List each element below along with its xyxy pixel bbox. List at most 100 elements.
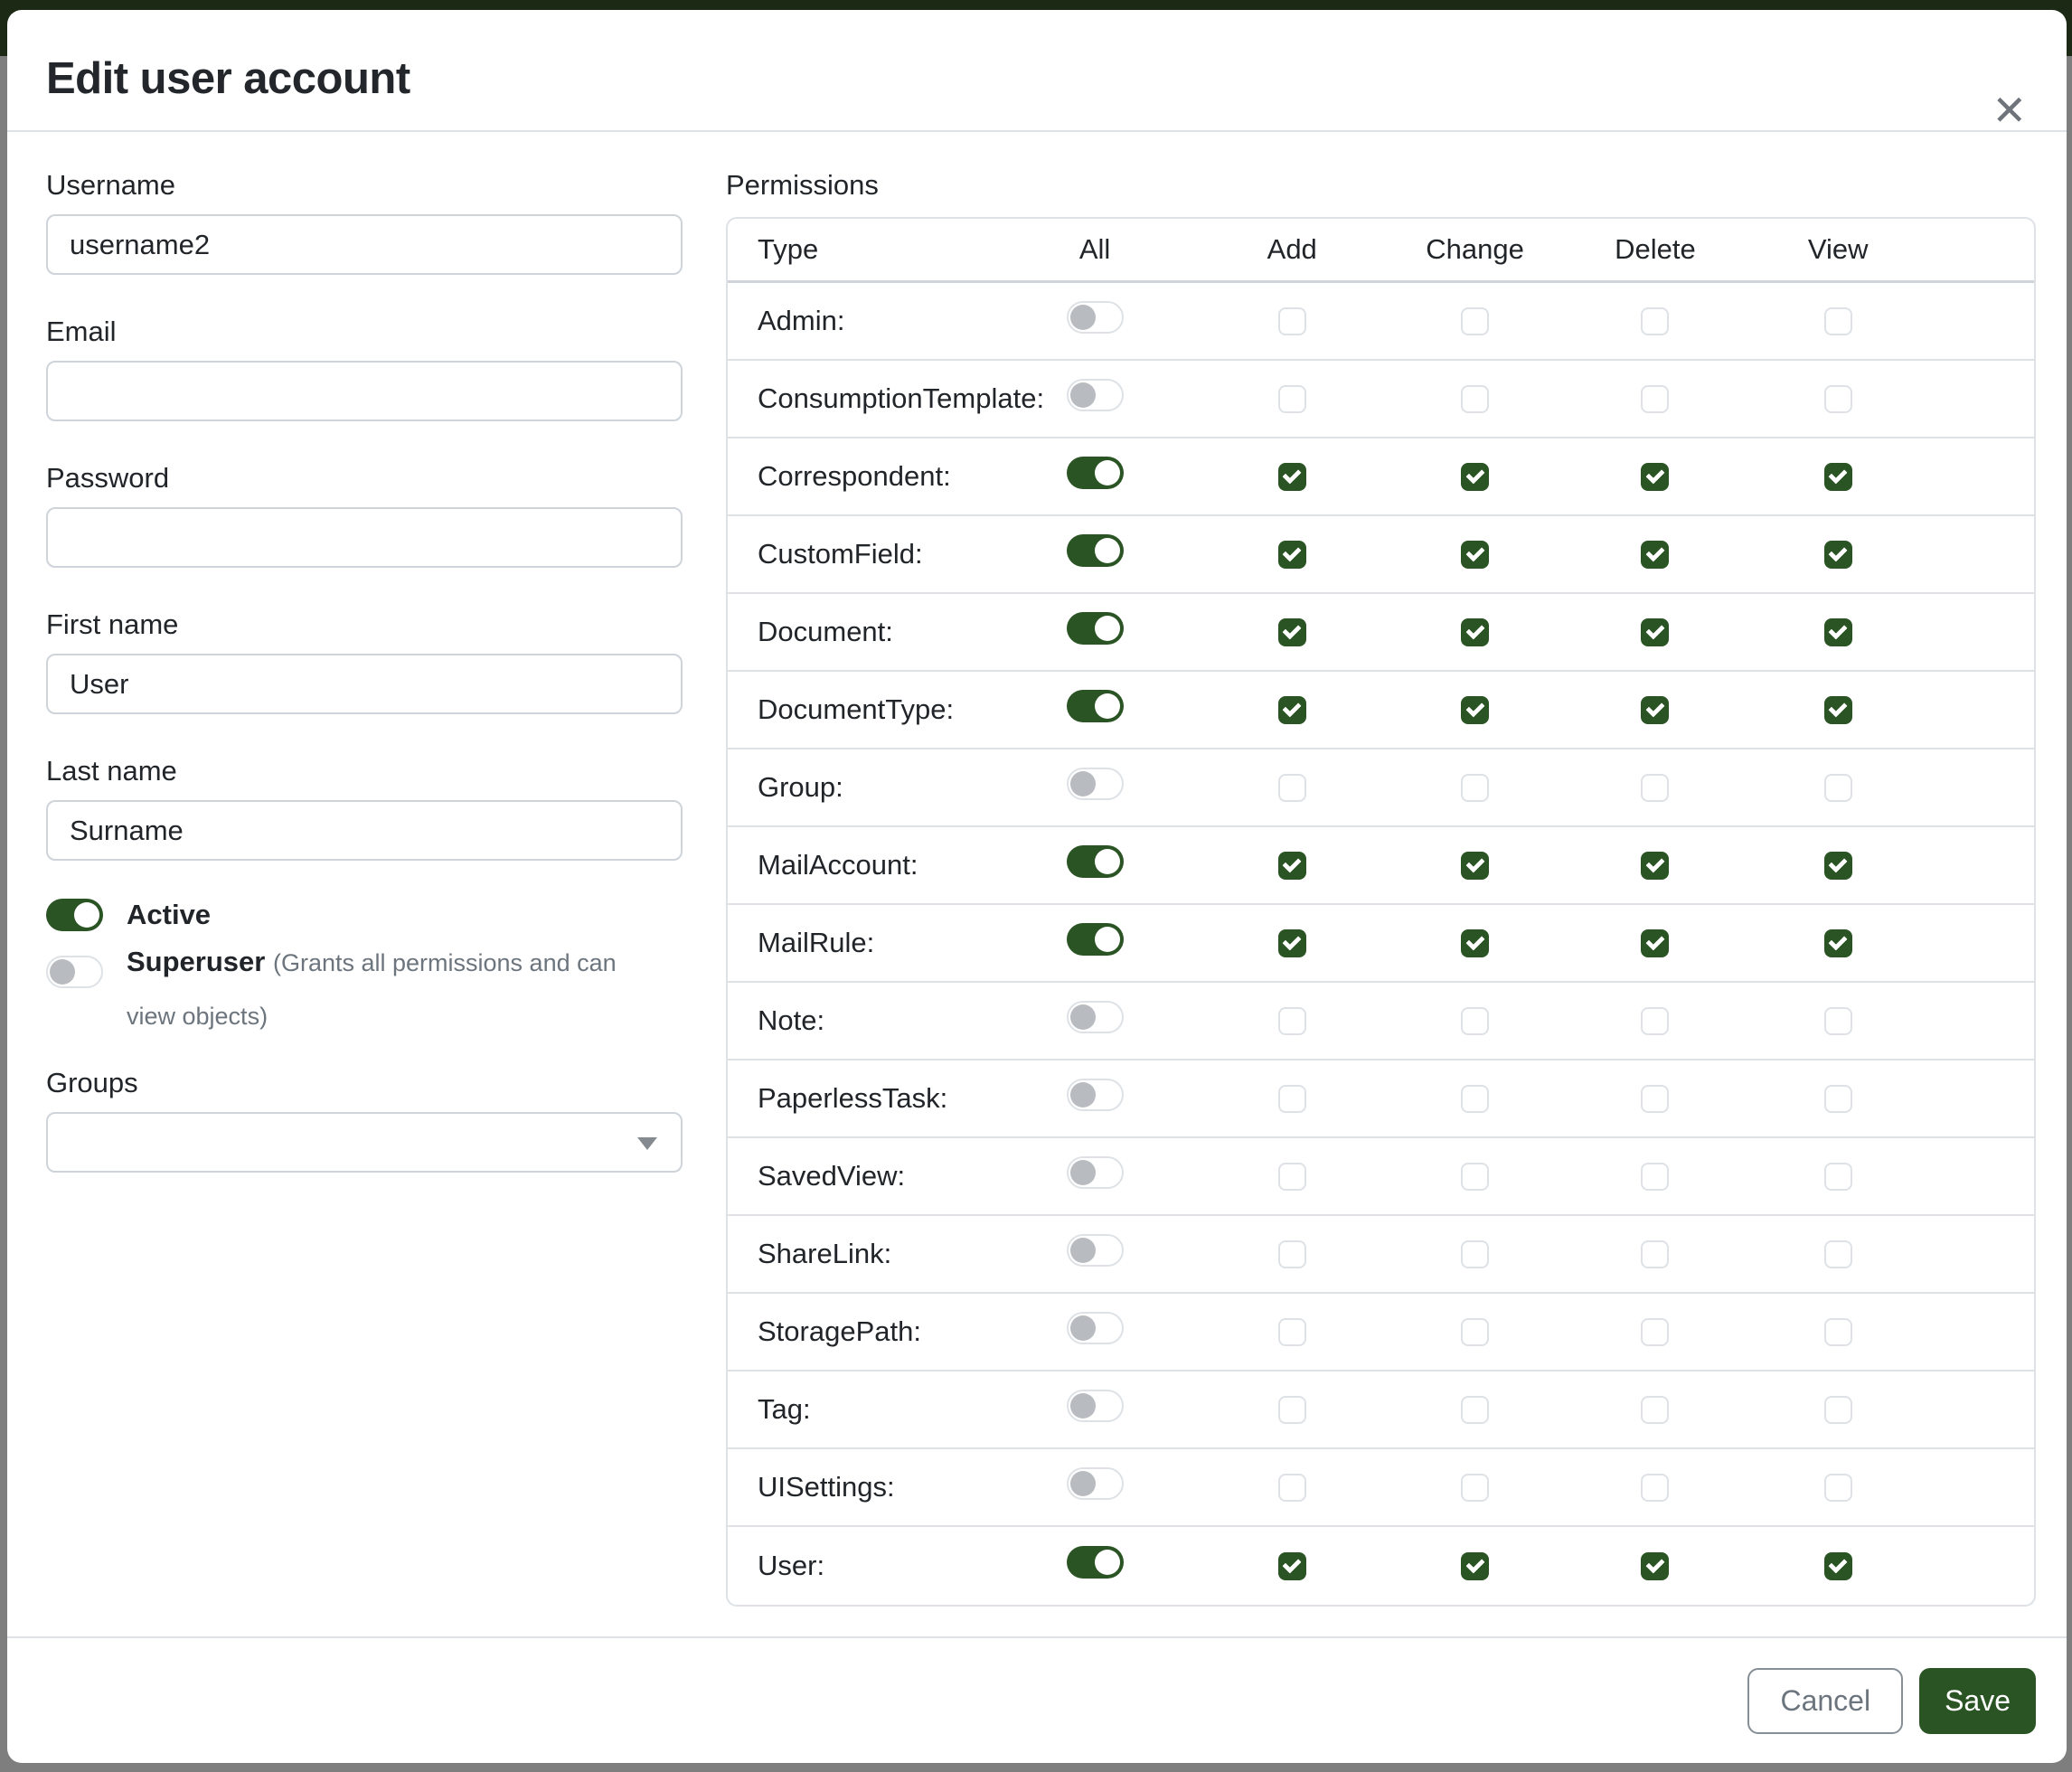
- permission-all-toggle[interactable]: [1067, 1467, 1124, 1500]
- permission-add-checkbox[interactable]: [1278, 1318, 1306, 1346]
- permission-view-checkbox[interactable]: [1824, 463, 1852, 491]
- permission-change-checkbox[interactable]: [1461, 852, 1489, 880]
- permission-all-toggle[interactable]: [1067, 534, 1124, 567]
- password-field[interactable]: [46, 507, 683, 568]
- permission-view-checkbox[interactable]: [1824, 1007, 1852, 1035]
- permission-view-checkbox[interactable]: [1824, 1396, 1852, 1424]
- permission-add-checkbox[interactable]: [1278, 1474, 1306, 1502]
- permission-delete-checkbox[interactable]: [1641, 1007, 1669, 1035]
- permission-delete-checkbox[interactable]: [1641, 307, 1669, 335]
- permission-view-checkbox[interactable]: [1824, 1474, 1852, 1502]
- permission-change-checkbox[interactable]: [1461, 696, 1489, 724]
- permission-add-checkbox[interactable]: [1278, 307, 1306, 335]
- permission-all-toggle[interactable]: [1067, 612, 1124, 645]
- permission-delete-checkbox[interactable]: [1641, 1474, 1669, 1502]
- permission-view-checkbox[interactable]: [1824, 541, 1852, 569]
- password-label: Password: [46, 461, 683, 495]
- email-field[interactable]: [46, 361, 683, 421]
- permission-add-checkbox[interactable]: [1278, 1163, 1306, 1191]
- permission-add-checkbox[interactable]: [1278, 1240, 1306, 1268]
- permission-change-checkbox[interactable]: [1461, 463, 1489, 491]
- permission-delete-checkbox[interactable]: [1641, 774, 1669, 802]
- permission-all-toggle[interactable]: [1067, 1001, 1124, 1033]
- permission-all-toggle[interactable]: [1067, 690, 1124, 722]
- permission-delete-checkbox[interactable]: [1641, 541, 1669, 569]
- permission-add-checkbox[interactable]: [1278, 696, 1306, 724]
- permission-delete-checkbox[interactable]: [1641, 1396, 1669, 1424]
- permission-change-checkbox[interactable]: [1461, 618, 1489, 646]
- permission-view-checkbox[interactable]: [1824, 385, 1852, 413]
- permission-view-checkbox[interactable]: [1824, 1240, 1852, 1268]
- permission-change-checkbox[interactable]: [1461, 774, 1489, 802]
- permission-add-checkbox[interactable]: [1278, 1007, 1306, 1035]
- save-button[interactable]: Save: [1919, 1668, 2036, 1734]
- permission-change-checkbox[interactable]: [1461, 541, 1489, 569]
- permission-delete-checkbox[interactable]: [1641, 618, 1669, 646]
- permission-change-checkbox[interactable]: [1461, 1552, 1489, 1580]
- toggle-knob: [1095, 1550, 1120, 1575]
- username-input[interactable]: [46, 214, 683, 275]
- permission-view-checkbox[interactable]: [1824, 1318, 1852, 1346]
- permission-add-checkbox[interactable]: [1278, 463, 1306, 491]
- permission-delete-checkbox[interactable]: [1641, 852, 1669, 880]
- permission-change-checkbox[interactable]: [1461, 1396, 1489, 1424]
- permission-view-checkbox[interactable]: [1824, 1552, 1852, 1580]
- permission-change-checkbox[interactable]: [1461, 1007, 1489, 1035]
- password-field-group: Password: [46, 461, 683, 568]
- permission-all-toggle[interactable]: [1067, 768, 1124, 800]
- permission-add-checkbox[interactable]: [1278, 1552, 1306, 1580]
- cancel-button[interactable]: Cancel: [1747, 1668, 1903, 1734]
- permission-add-checkbox[interactable]: [1278, 1396, 1306, 1424]
- permission-view-checkbox[interactable]: [1824, 618, 1852, 646]
- permission-change-checkbox[interactable]: [1461, 1085, 1489, 1113]
- permission-all-toggle[interactable]: [1067, 923, 1124, 956]
- permission-view-checkbox[interactable]: [1824, 307, 1852, 335]
- permission-all-toggle[interactable]: [1067, 1079, 1124, 1111]
- permission-all-toggle[interactable]: [1067, 1312, 1124, 1344]
- permission-delete-checkbox[interactable]: [1641, 463, 1669, 491]
- permission-view-checkbox[interactable]: [1824, 852, 1852, 880]
- permission-add-checkbox[interactable]: [1278, 852, 1306, 880]
- permission-delete-checkbox[interactable]: [1641, 1552, 1669, 1580]
- permission-all-toggle[interactable]: [1067, 379, 1124, 411]
- permission-delete-checkbox[interactable]: [1641, 696, 1669, 724]
- superuser-toggle[interactable]: [46, 956, 103, 988]
- permission-add-checkbox[interactable]: [1278, 541, 1306, 569]
- permission-all-toggle[interactable]: [1067, 457, 1124, 489]
- permission-delete-checkbox[interactable]: [1641, 1163, 1669, 1191]
- first-name-field[interactable]: [46, 654, 683, 714]
- permission-delete-checkbox[interactable]: [1641, 929, 1669, 957]
- permission-all-toggle[interactable]: [1067, 1156, 1124, 1189]
- permission-all-toggle[interactable]: [1067, 301, 1124, 334]
- permission-view-checkbox[interactable]: [1824, 696, 1852, 724]
- permission-all-toggle[interactable]: [1067, 1546, 1124, 1579]
- active-toggle[interactable]: [46, 899, 103, 931]
- permission-change-checkbox[interactable]: [1461, 929, 1489, 957]
- permission-delete-checkbox[interactable]: [1641, 1085, 1669, 1113]
- permission-change-checkbox[interactable]: [1461, 1240, 1489, 1268]
- permission-add-checkbox[interactable]: [1278, 385, 1306, 413]
- last-name-field[interactable]: [46, 800, 683, 861]
- permission-add-checkbox[interactable]: [1278, 1085, 1306, 1113]
- permission-add-checkbox[interactable]: [1278, 774, 1306, 802]
- permission-change-checkbox[interactable]: [1461, 385, 1489, 413]
- permission-change-checkbox[interactable]: [1461, 307, 1489, 335]
- permission-add-checkbox[interactable]: [1278, 618, 1306, 646]
- permission-change-checkbox[interactable]: [1461, 1163, 1489, 1191]
- permission-row: Document:: [728, 594, 2034, 672]
- permission-delete-checkbox[interactable]: [1641, 385, 1669, 413]
- permission-view-checkbox[interactable]: [1824, 929, 1852, 957]
- permission-change-checkbox[interactable]: [1461, 1318, 1489, 1346]
- permission-view-checkbox[interactable]: [1824, 1163, 1852, 1191]
- groups-select[interactable]: [46, 1112, 683, 1173]
- permission-view-checkbox[interactable]: [1824, 1085, 1852, 1113]
- permission-all-toggle[interactable]: [1067, 1390, 1124, 1422]
- close-icon[interactable]: ✕: [1992, 90, 2027, 131]
- permission-add-checkbox[interactable]: [1278, 929, 1306, 957]
- permission-change-checkbox[interactable]: [1461, 1474, 1489, 1502]
- permission-delete-checkbox[interactable]: [1641, 1240, 1669, 1268]
- permission-all-toggle[interactable]: [1067, 845, 1124, 878]
- permission-all-toggle[interactable]: [1067, 1234, 1124, 1267]
- permission-delete-checkbox[interactable]: [1641, 1318, 1669, 1346]
- permission-view-checkbox[interactable]: [1824, 774, 1852, 802]
